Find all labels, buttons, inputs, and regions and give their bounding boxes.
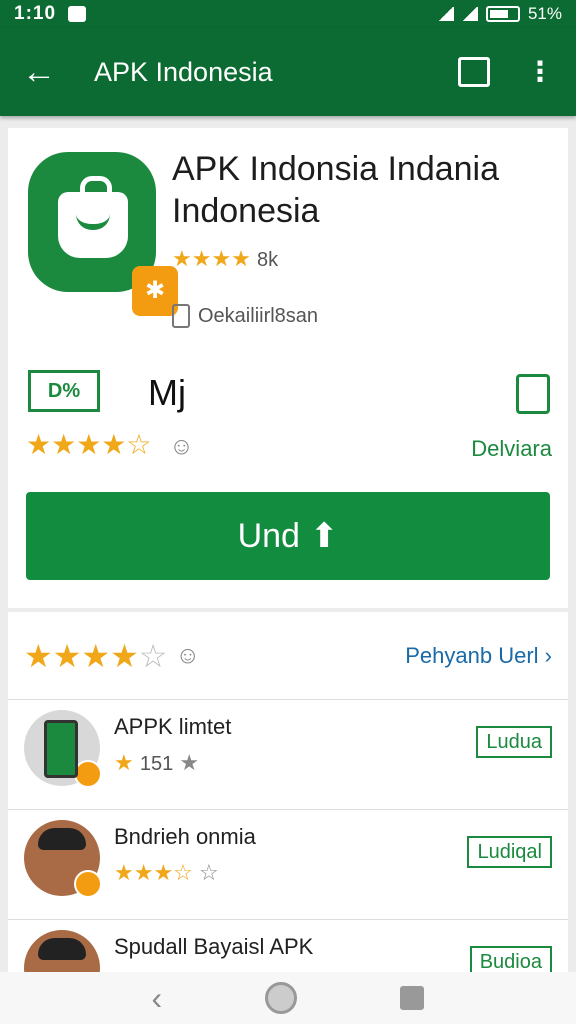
install-button[interactable]: Und ⬆ bbox=[26, 492, 550, 580]
rating-count: 8k bbox=[257, 249, 279, 271]
notification-icon bbox=[68, 6, 87, 22]
download-icon: ⬆ bbox=[309, 517, 339, 555]
ratings-stars: ★★★★☆ bbox=[24, 637, 167, 675]
app-title: APK Indonsia Indania Indonesia bbox=[172, 150, 500, 230]
list-item-rating: ★★★☆ ☆ bbox=[114, 860, 219, 886]
user-rating: ★★★★☆ ☺ bbox=[26, 428, 194, 461]
search-icon[interactable] bbox=[458, 57, 490, 87]
content-rating-badge: D% bbox=[28, 370, 100, 412]
device-icon bbox=[172, 304, 190, 328]
list-item-button[interactable]: Ludua bbox=[476, 726, 552, 758]
app-bar: ← APK Indonesia ⋮ bbox=[0, 28, 576, 116]
status-time: 1:10 bbox=[14, 3, 57, 24]
badge-icon bbox=[74, 760, 102, 788]
user-rating-stars: ★★★★☆ bbox=[26, 429, 152, 460]
more-vert-icon[interactable]: ⋮ bbox=[526, 58, 554, 86]
ratings-stars-full: ★★★★ bbox=[24, 637, 139, 674]
ratings-stars-empty: ☆ bbox=[138, 637, 168, 674]
list-item-stars: ★ bbox=[114, 750, 134, 775]
list-item-name: APPK limtet bbox=[114, 714, 232, 739]
nav-recents-icon[interactable] bbox=[400, 986, 425, 1010]
system-nav-bar: ‹ bbox=[0, 972, 576, 1024]
list-item-button[interactable]: Budioa bbox=[469, 946, 552, 972]
status-icons: 51% bbox=[437, 4, 562, 24]
list-item-button[interactable]: Ludiqal bbox=[467, 836, 552, 868]
ratings-link-label: Pehyanb Uerl bbox=[405, 642, 539, 668]
nav-home-icon[interactable] bbox=[265, 982, 298, 1014]
app-info-text: Oekailiirl8san bbox=[198, 304, 319, 327]
list-item[interactable]: APPK limtet ★ 151 ★ Ludua bbox=[8, 700, 568, 810]
wifi-icon bbox=[437, 7, 454, 21]
battery-level: 51% bbox=[527, 4, 562, 23]
app-icon: ✱ bbox=[28, 152, 178, 316]
face-icon: ☺ bbox=[169, 433, 194, 460]
app-rating: ★★★★ 8k bbox=[172, 246, 278, 272]
install-label: Und bbox=[237, 516, 300, 555]
list-item-rating: ★ 151 ★ bbox=[114, 750, 199, 776]
rating-stars: ★★★★ bbox=[172, 246, 251, 271]
list-item[interactable]: Spudall Bayaisl APK ★★★ Budioa bbox=[8, 920, 568, 972]
list-item-name: Spudall Bayaisl APK bbox=[114, 934, 314, 959]
badge-icon bbox=[74, 870, 102, 898]
list-item-extra: ★ bbox=[179, 750, 200, 775]
page-title: APK Indonesia bbox=[94, 56, 273, 87]
list-item-stars: ★★★☆ bbox=[114, 860, 193, 885]
appbar-actions: ⋮ bbox=[458, 57, 554, 87]
nav-back-icon[interactable]: ‹ bbox=[152, 980, 163, 1017]
list-item-count: 151 bbox=[139, 753, 174, 775]
list-item[interactable]: Bndrieh onmia ★★★☆ ☆ Ludiqal bbox=[8, 810, 568, 920]
delivery-label[interactable]: Delviara bbox=[471, 436, 552, 462]
app-detail-card: ✱ APK Indonsia Indania Indonesia ★★★★ 8k… bbox=[8, 128, 568, 608]
shopping-bag-icon bbox=[58, 176, 128, 258]
battery-icon bbox=[485, 6, 520, 22]
avatar bbox=[24, 710, 102, 788]
face-icon: ☺ bbox=[175, 641, 200, 669]
ratings-header: ★★★★☆ ☺ Pehyanb Uerl › bbox=[8, 612, 568, 700]
list-item-name: Bndrieh onmia bbox=[114, 824, 256, 849]
status-bar: 1:10 51% bbox=[0, 0, 576, 28]
avatar bbox=[24, 820, 102, 898]
app-size-label: Mj bbox=[148, 372, 186, 413]
avatar bbox=[24, 930, 100, 972]
share-icon[interactable] bbox=[516, 374, 550, 414]
list-item-extra: ☆ bbox=[199, 860, 219, 885]
ratings-link[interactable]: Pehyanb Uerl › bbox=[405, 643, 552, 669]
signal-icon bbox=[461, 7, 478, 21]
app-info: Oekailiirl8san bbox=[172, 304, 318, 328]
back-arrow-icon[interactable]: ← bbox=[22, 53, 62, 92]
ratings-card: ★★★★☆ ☺ Pehyanb Uerl › APPK limtet ★ 151… bbox=[8, 612, 568, 972]
